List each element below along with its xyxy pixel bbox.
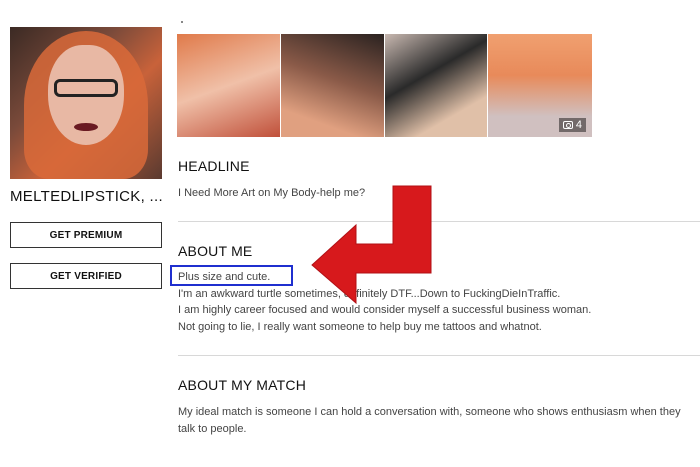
get-verified-button[interactable]: GET VERIFIED [10,263,162,289]
about-match-line: talk to people. [178,422,247,435]
divider [178,221,700,222]
about-me-line: I'm an awkward turtle sometimes, definit… [178,287,561,300]
about-me-title: ABOUT ME [178,243,253,259]
divider [178,355,700,356]
photo-strip: 4 [177,34,592,137]
about-me-line: Not going to lie, I really want someone … [178,320,542,333]
about-match-title: ABOUT MY MATCH [178,377,307,393]
dot [181,21,183,23]
profile-username: MELTEDLIPSTICK, ... [10,188,163,205]
photo-thumbnail[interactable] [177,34,280,137]
photo-thumbnail[interactable] [384,34,488,137]
camera-icon [562,121,573,129]
headline-text: I Need More Art on My Body-help me? [178,187,366,199]
headline-title: HEADLINE [178,158,250,174]
photo-count-badge[interactable]: 4 [558,118,586,132]
profile-photo-glasses [54,79,118,97]
get-premium-button[interactable]: GET PREMIUM [10,222,162,248]
profile-photo-lips [74,123,98,131]
about-match-text: My ideal match is someone I can hold a c… [178,404,681,437]
photo-thumbnail[interactable] [280,34,384,137]
photo-count: 4 [575,119,582,131]
photo-thumbnail[interactable]: 4 [488,34,592,137]
about-match-line: My ideal match is someone I can hold a c… [178,406,681,418]
about-me-line: I am highly career focused and would con… [178,304,592,316]
highlight-box [170,265,293,286]
profile-photo[interactable] [10,27,162,179]
